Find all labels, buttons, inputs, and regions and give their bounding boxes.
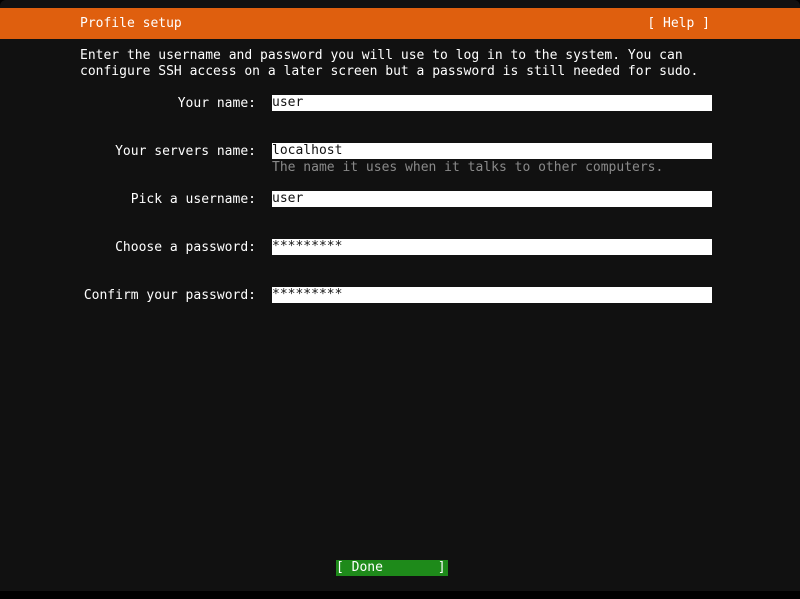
username-field[interactable]: user	[272, 191, 712, 207]
confirm-password-label: Confirm your password:	[83, 288, 256, 303]
password-field[interactable]: *********	[272, 239, 712, 255]
intro-text-2: configure SSH access on a later screen b…	[80, 64, 698, 80]
done-button[interactable]: [ Done ]	[336, 560, 448, 576]
username-label: Pick a username:	[130, 192, 256, 207]
page-title: Profile setup	[80, 16, 182, 31]
header-bar: Profile setup [ Help ]	[0, 8, 800, 39]
server-name-field[interactable]: localhost	[272, 143, 712, 159]
installer-screen: Profile setup [ Help ] Enter the usernam…	[0, 0, 800, 599]
password-label: Choose a password:	[115, 240, 256, 255]
server-name-label: Your servers name:	[115, 144, 256, 159]
server-name-value: localhost	[272, 143, 343, 158]
bottom-border	[0, 591, 800, 599]
username-value: user	[272, 191, 304, 206]
help-button[interactable]: [ Help ]	[647, 16, 710, 32]
confirm-password-value: *********	[272, 287, 343, 302]
your-name-field[interactable]: user	[272, 95, 712, 111]
your-name-value: user	[272, 95, 304, 110]
intro-line-2: configure SSH access on a later screen b…	[80, 64, 699, 79]
your-name-label: Your name:	[177, 96, 256, 111]
intro-text: Enter the username and password you will…	[80, 48, 683, 64]
confirm-password-field[interactable]: *********	[272, 287, 712, 303]
server-name-hint: The name it uses when it talks to other …	[272, 160, 664, 175]
intro-line-1: Enter the username and password you will…	[80, 48, 683, 63]
password-value: *********	[272, 239, 343, 254]
